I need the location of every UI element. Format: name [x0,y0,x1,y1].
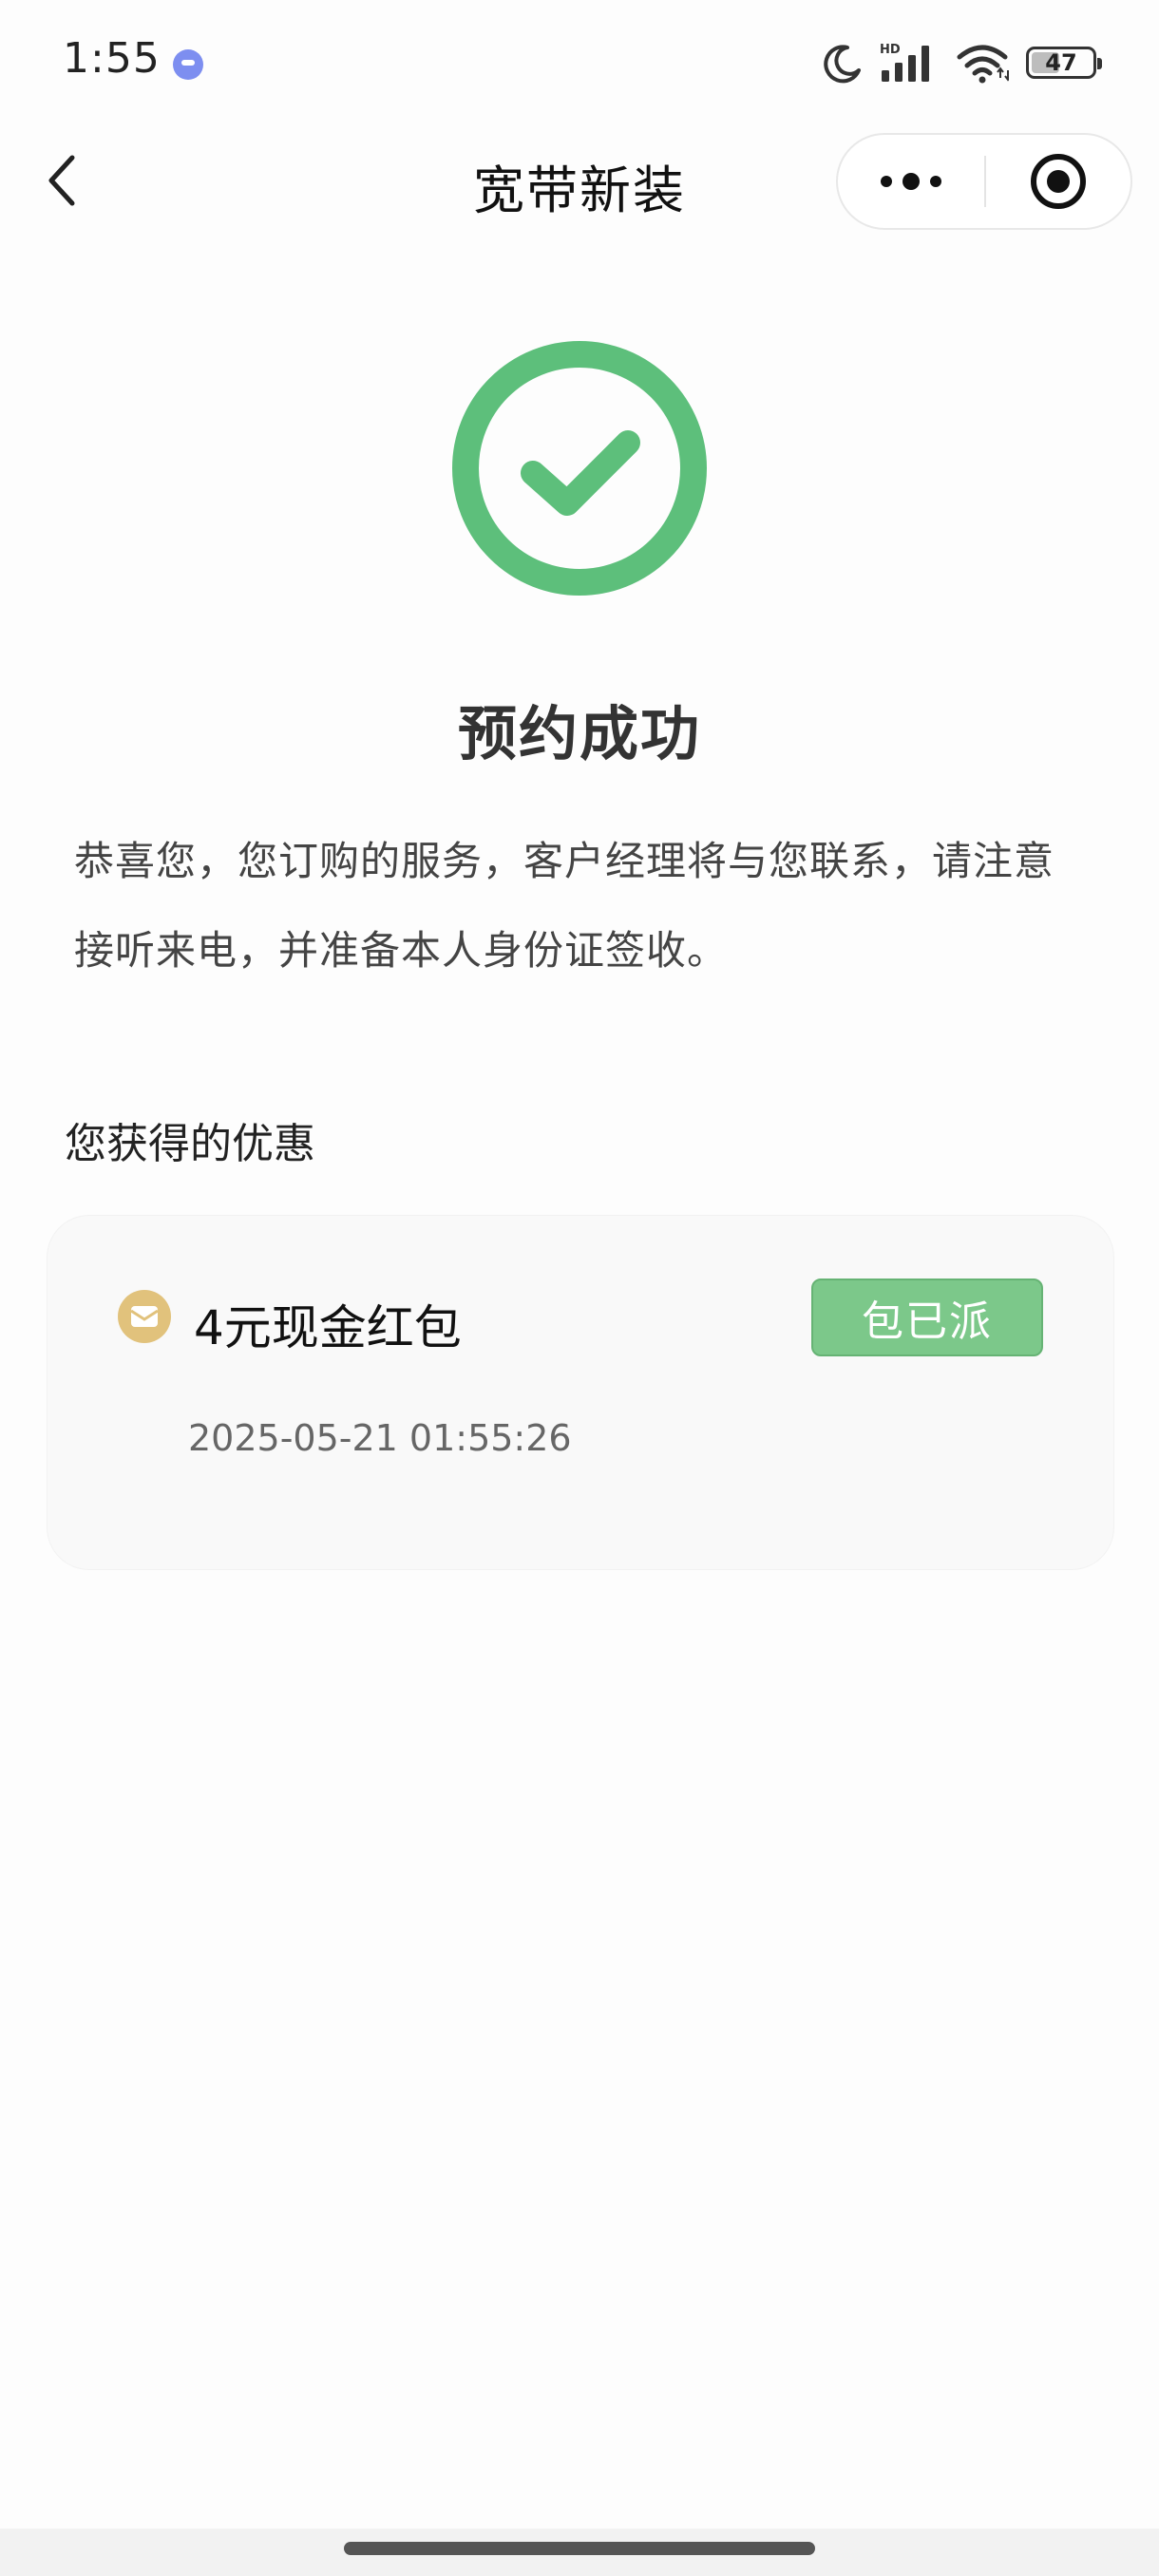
coupon-name: 4元现金红包 [194,1300,462,1355]
coupon-time: 2025-05-21 01:55:26 [188,1417,572,1459]
wifi-icon [957,45,1009,84]
close-button[interactable] [986,135,1130,228]
back-button[interactable] [36,142,89,218]
more-button[interactable] [838,135,984,228]
svg-text:HD: HD [880,43,901,57]
moon-icon [824,45,861,84]
status-time: 1:55 [63,34,161,83]
status-bar: 1:55 HD 47 [0,0,1159,123]
success-message: 恭喜您，您订购的服务，客户经理将与您联系，请注意接听来电，并准备本人身份证签收。 [74,838,1055,974]
red-packet-icon [118,1290,171,1343]
success-title: 预约成功 [457,699,701,768]
battery-level: 47 [1045,49,1077,76]
chevron-left-icon [48,155,75,206]
coupon-status-button[interactable]: 包已派 [811,1279,1043,1356]
check-circle-icon [452,341,707,596]
target-close-icon [1031,154,1086,209]
more-dots-icon [881,173,941,190]
hd-signal-icon: HD [880,43,929,82]
home-indicator[interactable] [344,2542,815,2555]
messenger-app-icon [173,49,203,80]
battery-icon: 47 [1026,47,1102,79]
coupon-card: 4元现金红包 包已派 2025-05-21 01:55:26 [48,1216,1113,1569]
benefits-heading: 您获得的优惠 [65,1120,315,1168]
mini-program-capsule [836,133,1132,230]
nav-bar: 宽带新装 [0,123,1159,237]
status-indicators: HD 47 [821,38,1102,87]
